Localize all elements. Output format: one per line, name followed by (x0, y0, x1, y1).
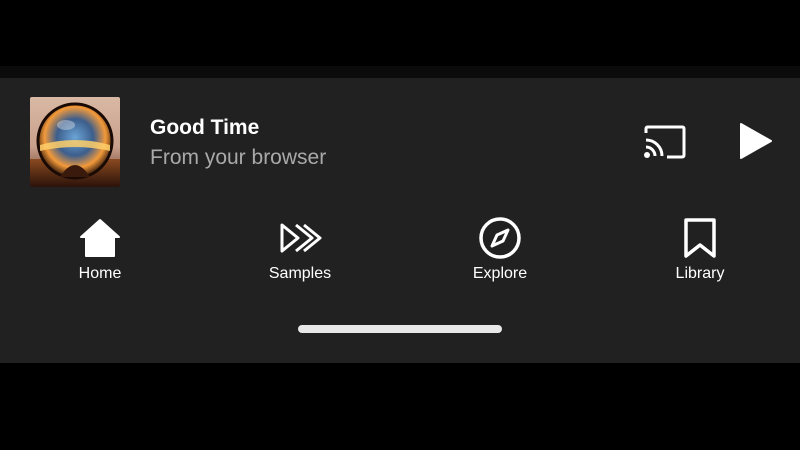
status-area (0, 0, 800, 66)
play-icon (740, 123, 772, 159)
album-art[interactable] (30, 97, 120, 187)
samples-icon (280, 223, 322, 253)
home-icon (80, 219, 120, 257)
play-button[interactable] (728, 116, 784, 166)
nav-item-library[interactable]: Library (625, 216, 775, 296)
nav-item-samples[interactable]: Samples (225, 216, 375, 296)
nav-item-home[interactable]: Home (25, 216, 175, 296)
home-indicator[interactable] (298, 325, 502, 333)
track-title[interactable]: Good Time (150, 116, 259, 140)
cast-button[interactable] (638, 120, 692, 164)
track-subtitle: From your browser (150, 146, 327, 169)
cast-icon (644, 125, 686, 159)
mini-player[interactable]: Good Time From your browser (0, 78, 800, 208)
nav-item-explore[interactable]: Explore (425, 216, 575, 296)
nav-label-home: Home (78, 265, 122, 282)
player-panel: Good Time From your browser Home Samples… (0, 78, 800, 363)
nav-label-library: Library (675, 265, 725, 282)
bookmark-icon (684, 218, 716, 258)
nav-label-samples: Samples (268, 265, 332, 282)
divider (0, 66, 800, 78)
nav-label-explore: Explore (472, 265, 528, 282)
bottom-navigation: Home Samples Explore Library (0, 216, 800, 296)
compass-icon (479, 217, 521, 259)
bottom-area (0, 363, 800, 450)
